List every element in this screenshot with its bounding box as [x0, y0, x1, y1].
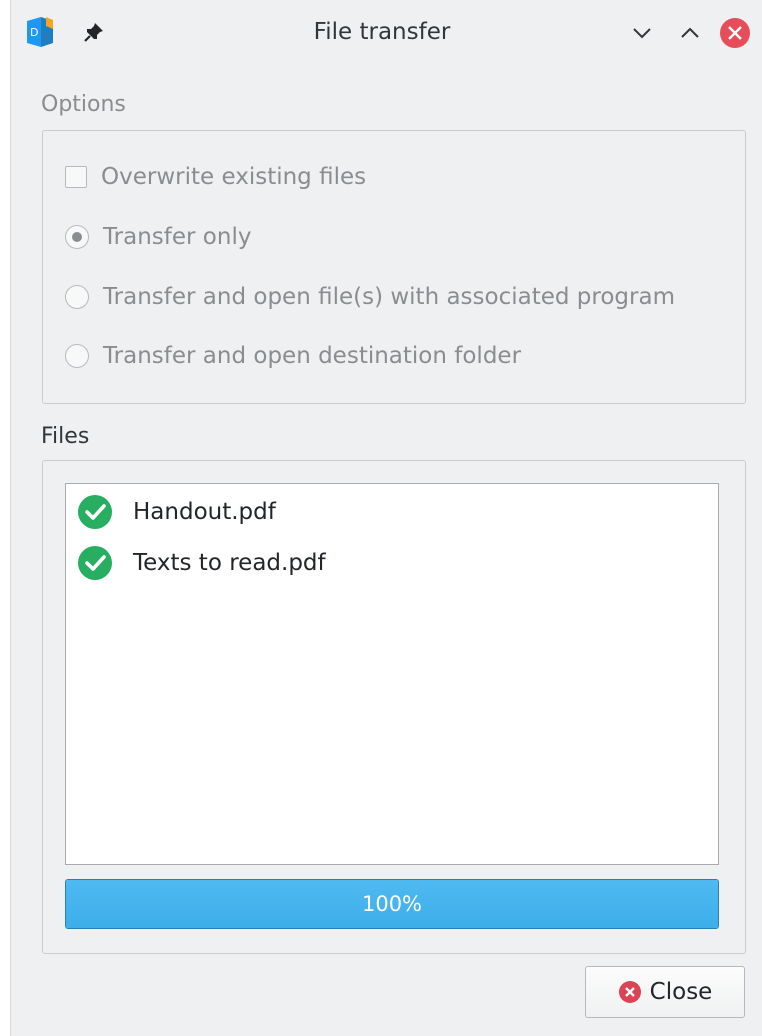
check-circle-icon: [78, 495, 112, 529]
minimize-button[interactable]: [627, 18, 657, 48]
chevron-down-icon: [633, 28, 651, 39]
window-close-button[interactable]: [719, 17, 751, 49]
options-group: Overwrite existing files Transfer only T…: [42, 130, 746, 404]
radio-label: Transfer only: [103, 224, 252, 250]
radio-label: Transfer and open file(s) with associate…: [103, 284, 675, 310]
close-button-label: Close: [649, 979, 713, 1005]
file-name: Handout.pdf: [133, 499, 276, 525]
close-circle-icon: [618, 981, 641, 1003]
check-circle-icon: [78, 546, 112, 580]
options-group-label: Options: [41, 92, 126, 117]
files-group: Handout.pdf Texts to read.pdf 100%: [42, 460, 746, 954]
radio-transfer-and-open-program[interactable]: Transfer and open file(s) with associate…: [65, 281, 675, 313]
radio-selected-dot: [72, 232, 82, 242]
radio-label: Transfer and open destination folder: [103, 343, 522, 369]
file-transfer-dialog: D File transfer Options Overwrite existi…: [10, 0, 762, 1036]
transfer-progress-bar: 100%: [65, 879, 719, 929]
overwrite-checkbox-row[interactable]: Overwrite existing files: [65, 161, 366, 193]
file-list[interactable]: Handout.pdf Texts to read.pdf: [65, 483, 719, 865]
close-circle-icon: [720, 18, 750, 48]
progress-text: 100%: [361, 892, 423, 916]
radio-transfer-and-open-folder[interactable]: Transfer and open destination folder: [65, 340, 521, 372]
radio-button[interactable]: [65, 344, 89, 368]
file-name: Texts to read.pdf: [133, 550, 326, 576]
close-button[interactable]: Close: [585, 966, 745, 1018]
files-group-label: Files: [41, 424, 90, 449]
list-item[interactable]: Handout.pdf: [78, 494, 276, 530]
chevron-up-icon: [681, 27, 699, 38]
overwrite-checkbox-label: Overwrite existing files: [101, 164, 367, 190]
radio-button[interactable]: [65, 225, 89, 249]
radio-button[interactable]: [65, 285, 89, 309]
title-bar[interactable]: D File transfer: [11, 0, 762, 64]
list-item[interactable]: Texts to read.pdf: [78, 545, 326, 581]
radio-transfer-only[interactable]: Transfer only: [65, 221, 251, 253]
maximize-button[interactable]: [675, 18, 705, 48]
overwrite-checkbox[interactable]: [65, 166, 87, 188]
